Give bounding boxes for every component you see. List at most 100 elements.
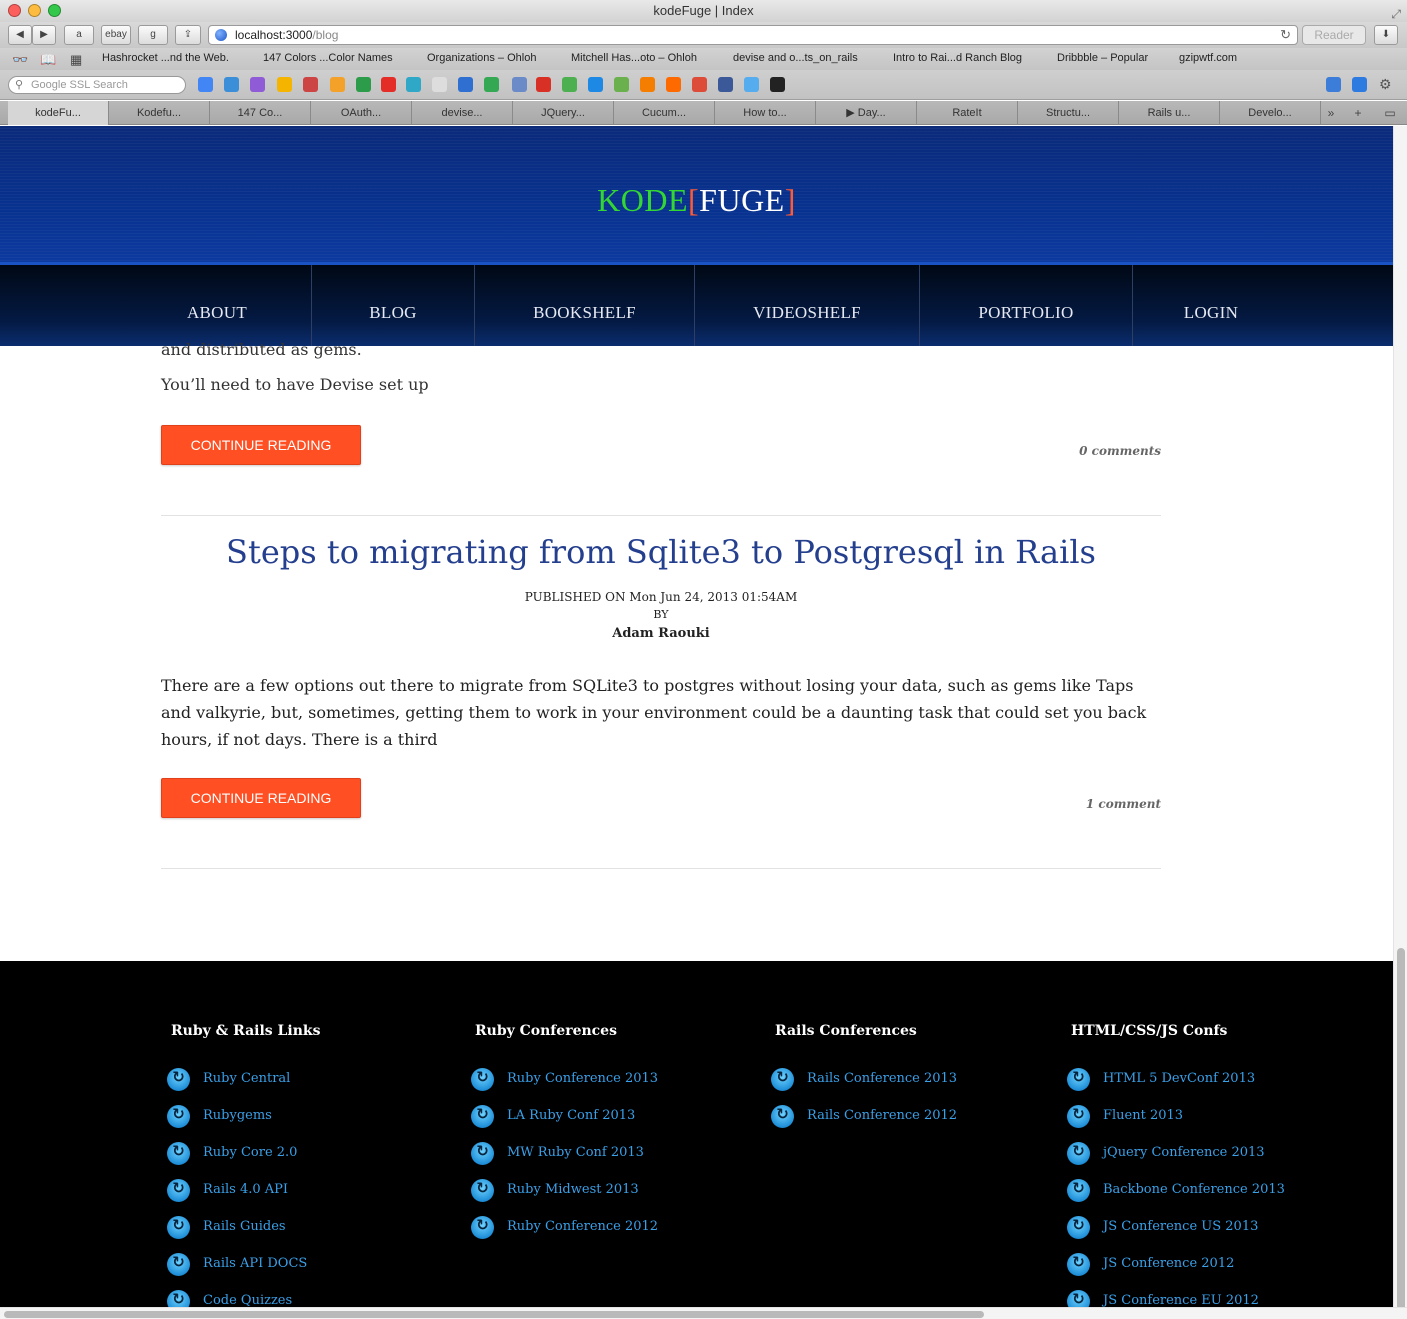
user-extension-icon[interactable] bbox=[512, 77, 527, 92]
post-by-label: BY bbox=[653, 608, 669, 621]
site-header: KODE[FUGE] bbox=[0, 126, 1393, 264]
site-logo[interactable]: KODE[FUGE] bbox=[0, 182, 1393, 219]
nav-login[interactable]: LOGIN bbox=[1133, 265, 1289, 346]
google-drive-extension-icon[interactable] bbox=[484, 77, 499, 92]
ebay-button[interactable]: ebay bbox=[101, 25, 131, 45]
nav-portfolio[interactable]: PORTFOLIO bbox=[920, 265, 1132, 346]
nav-blog[interactable]: BLOG bbox=[312, 265, 474, 346]
zoom-window-button[interactable] bbox=[48, 4, 61, 17]
bookmarks-bar: 👓 📖 ▦ Hashrocket ...nd the Web. 147 Colo… bbox=[0, 48, 1407, 70]
search-icon: ⚲ bbox=[15, 79, 24, 91]
comments-link[interactable]: 1 comment bbox=[1086, 797, 1161, 811]
nav-about[interactable]: ABOUT bbox=[122, 265, 312, 346]
google-calendar-extension-icon[interactable] bbox=[458, 77, 473, 92]
bookmark-item[interactable]: Dribbble – Popular bbox=[1057, 52, 1148, 64]
logo-bracket-open: [ bbox=[688, 182, 700, 218]
horizontal-scrollbar-thumb[interactable] bbox=[4, 1311, 984, 1318]
tab-item[interactable]: devise... bbox=[412, 101, 513, 125]
vertical-scrollbar-thumb[interactable] bbox=[1397, 948, 1405, 1319]
reader-button[interactable]: Reader bbox=[1302, 25, 1366, 45]
nbc-extension-icon[interactable] bbox=[432, 77, 447, 92]
downloads-button[interactable]: ⬇ bbox=[1374, 25, 1398, 45]
calendar-extension-icon[interactable] bbox=[250, 77, 265, 92]
tab-item[interactable]: How to... bbox=[715, 101, 816, 125]
tab-item[interactable]: JQuery... bbox=[513, 101, 614, 125]
bookmark-item[interactable]: Mitchell Has...oto – Ohloh bbox=[571, 52, 697, 64]
search-field[interactable]: ⚲ Google SSL Search bbox=[8, 76, 186, 94]
tab-item[interactable]: Develo... bbox=[1220, 101, 1321, 125]
hacker-news-extension-icon[interactable] bbox=[330, 77, 345, 92]
horizontal-scrollbar[interactable] bbox=[0, 1307, 1407, 1319]
footer-link-label: MW Ruby Conf 2013 bbox=[507, 1145, 644, 1160]
evernote-extension-icon[interactable] bbox=[356, 77, 371, 92]
notes-extension-icon[interactable] bbox=[277, 77, 292, 92]
gmail-extension-icon[interactable] bbox=[536, 77, 551, 92]
continue-reading-button[interactable]: CONTINUE READING bbox=[161, 425, 361, 465]
browser-extension-icon[interactable] bbox=[224, 77, 239, 92]
share-button[interactable]: ⇪ bbox=[175, 25, 201, 45]
tab-item[interactable]: 147 Co... bbox=[210, 101, 311, 125]
footer-link-label: JS Conference US 2013 bbox=[1103, 1219, 1259, 1234]
chrome-extension-icon[interactable] bbox=[1352, 77, 1367, 92]
google-extension-icon[interactable] bbox=[198, 77, 213, 92]
tab-item[interactable]: Structu... bbox=[1018, 101, 1119, 125]
close-window-button[interactable] bbox=[8, 4, 21, 17]
link-refresh-icon bbox=[167, 1068, 190, 1091]
blogger-extension-icon[interactable] bbox=[640, 77, 655, 92]
top-sites-icon[interactable]: ▦ bbox=[70, 52, 82, 68]
bookmark-item[interactable]: gzipwtf.com bbox=[1179, 52, 1237, 64]
tab-item[interactable]: Cucum... bbox=[614, 101, 715, 125]
chat-extension-icon[interactable] bbox=[666, 77, 681, 92]
feedly-extension-icon[interactable] bbox=[614, 77, 629, 92]
check-extension-icon[interactable] bbox=[562, 77, 577, 92]
more-tabs-icon[interactable]: » bbox=[1321, 101, 1341, 125]
vertical-scrollbar[interactable] bbox=[1393, 126, 1407, 1319]
bookmark-item[interactable]: 147 Colors ...Color Names bbox=[263, 52, 393, 64]
amazon-bookmarklet-button[interactable]: a bbox=[64, 25, 94, 45]
continue-reading-button[interactable]: CONTINUE READING bbox=[161, 778, 361, 818]
tab-item[interactable]: OAuth... bbox=[311, 101, 412, 125]
forward-button[interactable]: ▶ bbox=[32, 25, 56, 45]
link-refresh-icon bbox=[471, 1216, 494, 1239]
bookmark-item[interactable]: devise and o...ts_on_rails bbox=[733, 52, 858, 64]
new-tab-icon[interactable]: + bbox=[1347, 101, 1369, 125]
skype-extension-icon[interactable] bbox=[588, 77, 603, 92]
post-excerpt-fragment: and distributed as gems. bbox=[161, 340, 362, 359]
link-refresh-icon bbox=[167, 1216, 190, 1239]
reading-list-icon[interactable]: 👓 bbox=[12, 52, 28, 68]
minimize-window-button[interactable] bbox=[28, 4, 41, 17]
youtube-extension-icon[interactable] bbox=[381, 77, 396, 92]
bookmarklet-extension-icon[interactable] bbox=[303, 77, 318, 92]
settings-gear-icon[interactable]: ⚙ bbox=[1379, 77, 1394, 92]
bookmark-item[interactable]: Hashrocket ...nd the Web. bbox=[102, 52, 229, 64]
nav-bookshelf[interactable]: BOOKSHELF bbox=[475, 265, 694, 346]
comments-link[interactable]: 0 comments bbox=[1079, 444, 1161, 458]
tab-item[interactable]: RateIt bbox=[917, 101, 1018, 125]
post-title[interactable]: Steps to migrating from Sqlite3 to Postg… bbox=[161, 533, 1161, 571]
twitter-extension-icon[interactable] bbox=[744, 77, 759, 92]
bookmarks-book-icon[interactable]: 📖 bbox=[40, 52, 56, 68]
footer-link-label: Ruby Midwest 2013 bbox=[507, 1182, 639, 1197]
bookmark-item[interactable]: Organizations – Ohloh bbox=[427, 52, 536, 64]
address-bar[interactable]: localhost:3000/blog ↻ bbox=[208, 25, 1298, 45]
goodreads-button[interactable]: g bbox=[138, 25, 168, 45]
browser-toolbar: ◀ ▶ a ebay g ⇪ localhost:3000/blog ↻ Rea… bbox=[0, 22, 1407, 48]
play-extension-icon[interactable] bbox=[406, 77, 421, 92]
reload-icon[interactable]: ↻ bbox=[1280, 26, 1291, 44]
extensions-bar: ⚲ Google SSL Search ⚙ bbox=[0, 70, 1407, 100]
translate-extension-icon[interactable] bbox=[1326, 77, 1341, 92]
nav-videoshelf[interactable]: VIDEOSHELF bbox=[695, 265, 919, 346]
back-button[interactable]: ◀ bbox=[8, 25, 32, 45]
logo-kode: KODE bbox=[597, 182, 688, 218]
tab-overview-icon[interactable]: ▭ bbox=[1377, 101, 1403, 125]
tab-item[interactable]: Rails u... bbox=[1119, 101, 1220, 125]
tab-item[interactable]: ▶ Day... bbox=[816, 101, 917, 125]
logo-fuge: FUGE bbox=[699, 182, 785, 218]
amazon-extension-icon[interactable] bbox=[770, 77, 785, 92]
tab-item[interactable]: kodeFu... bbox=[8, 101, 109, 125]
post-excerpt: You’ll need to have Devise set up bbox=[161, 375, 429, 394]
bookmark-item[interactable]: Intro to Rai...d Ranch Blog bbox=[893, 52, 1022, 64]
google-plus-extension-icon[interactable] bbox=[692, 77, 707, 92]
facebook-extension-icon[interactable] bbox=[718, 77, 733, 92]
tab-item[interactable]: Kodefu... bbox=[109, 101, 210, 125]
